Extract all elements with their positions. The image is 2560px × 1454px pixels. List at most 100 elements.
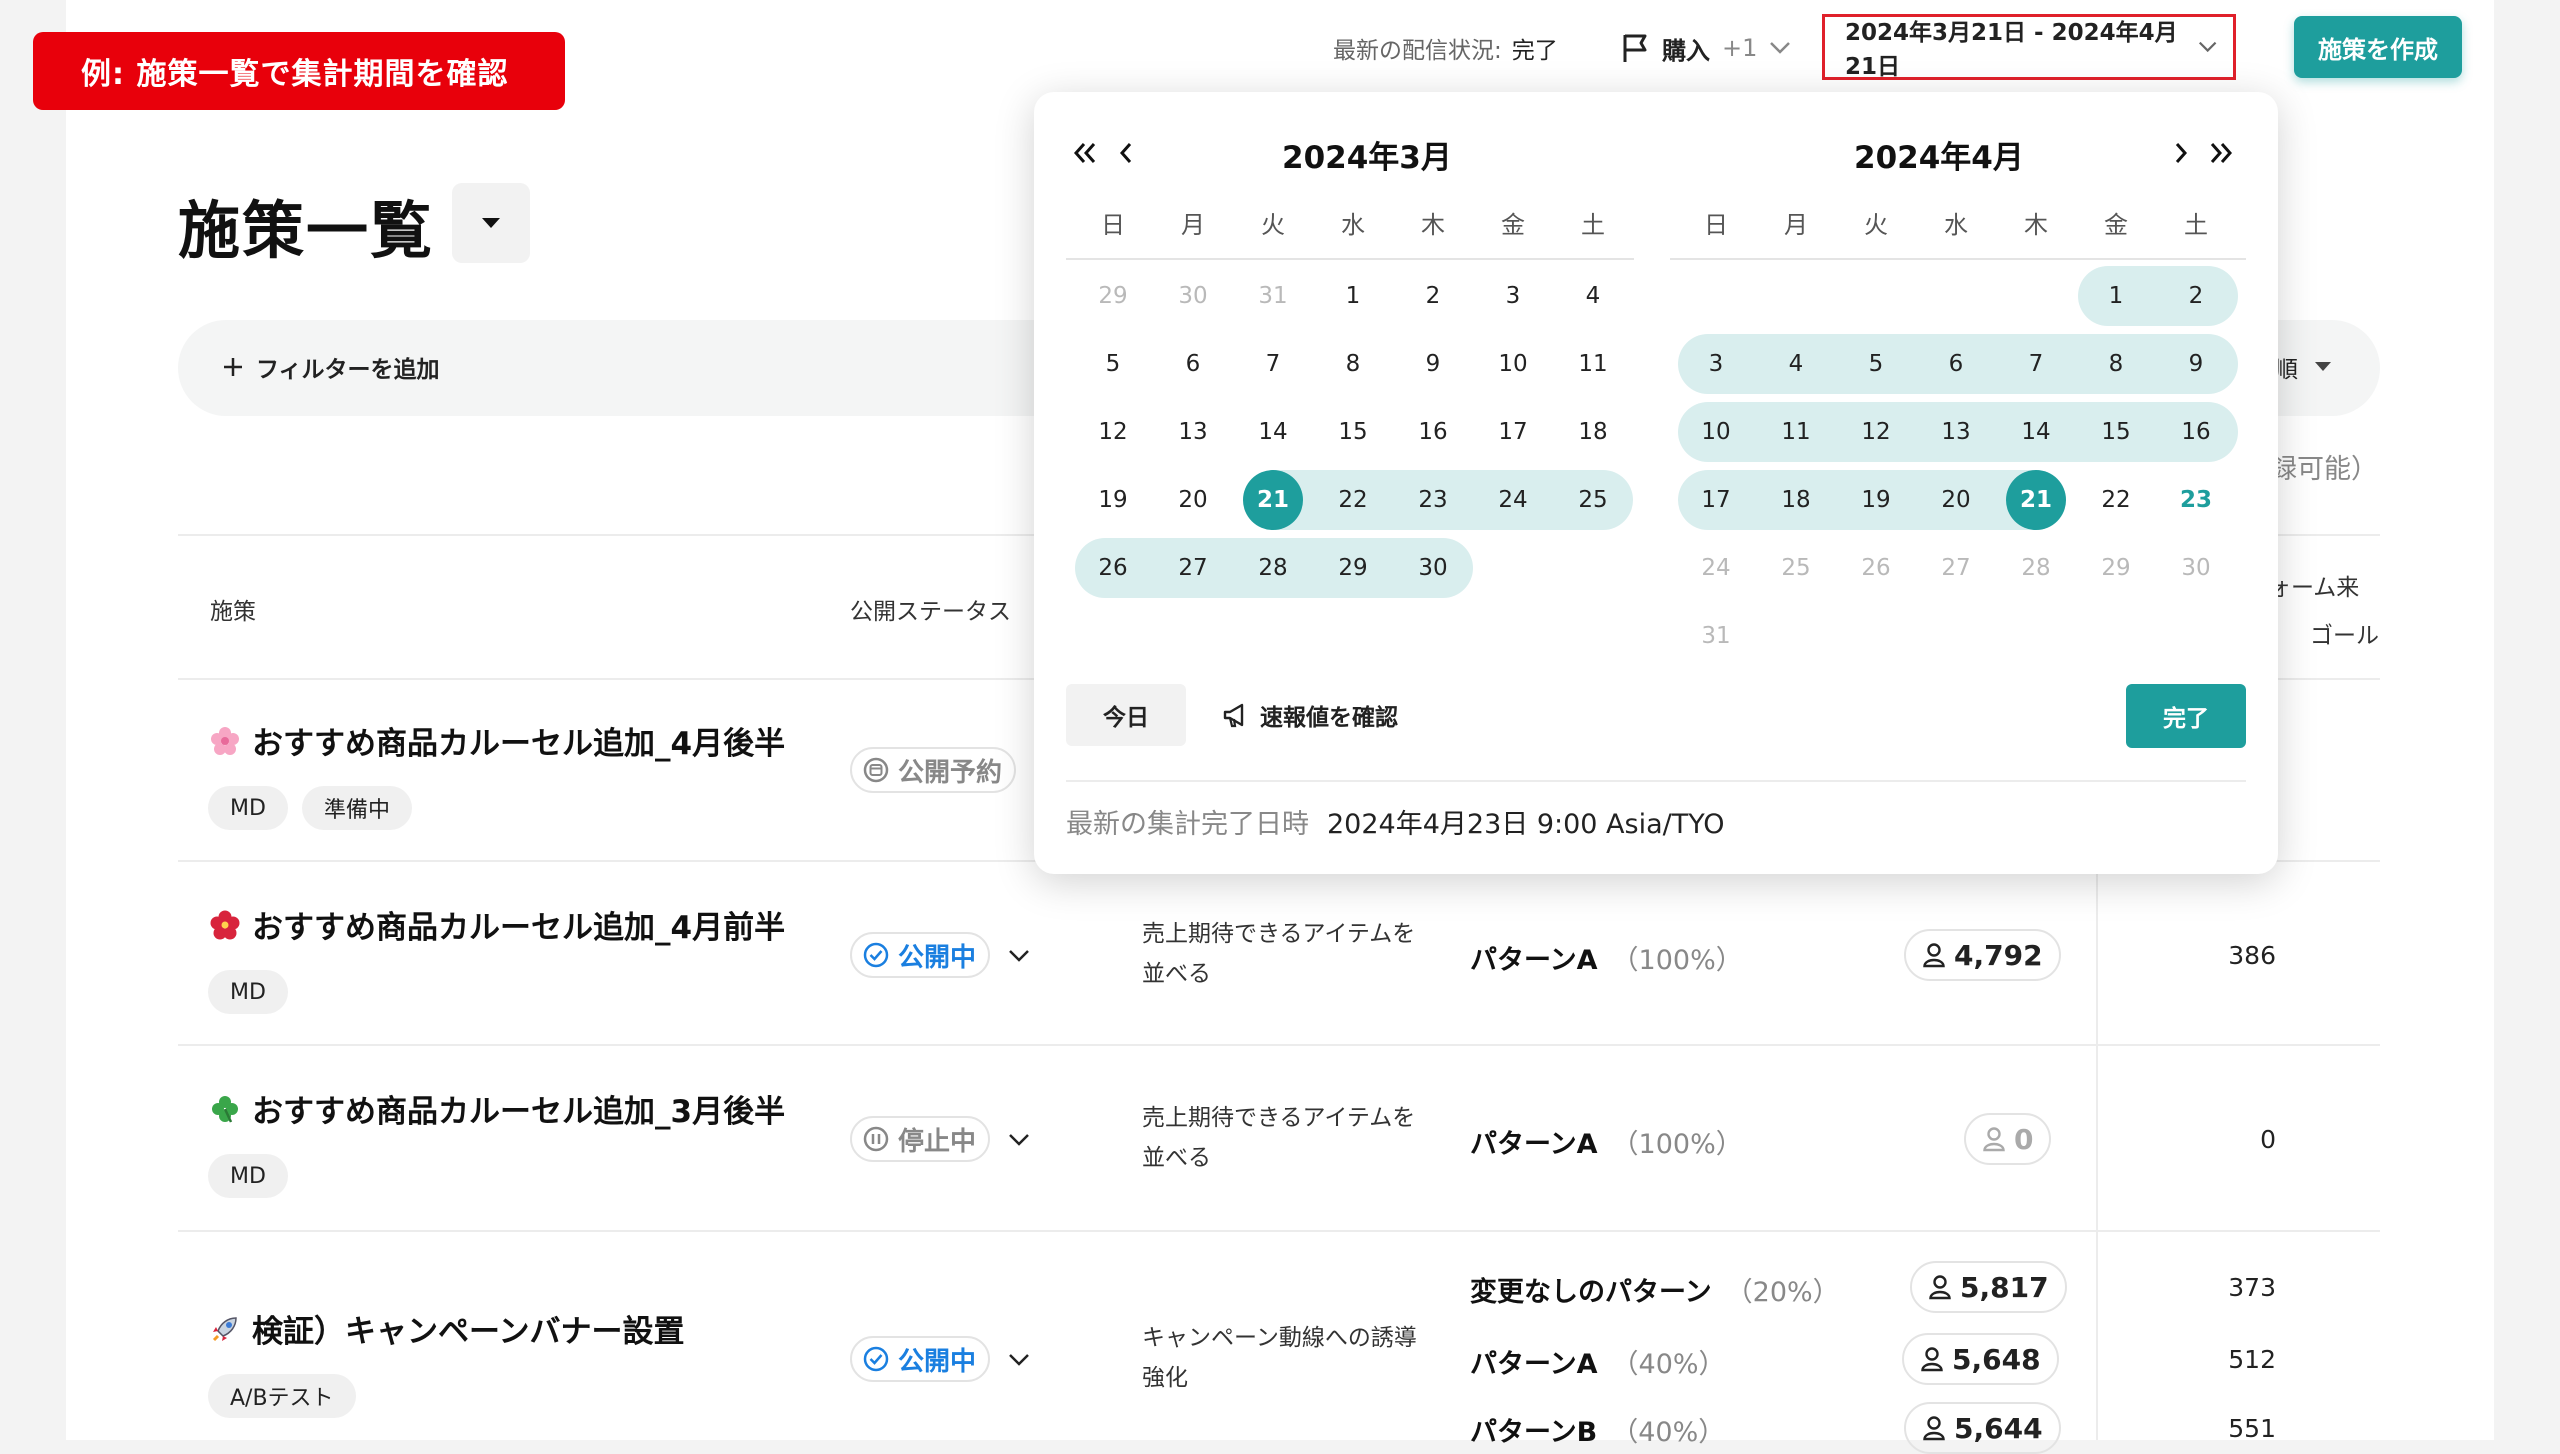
calendar-day[interactable]: 19 — [1083, 470, 1143, 530]
calendar-day[interactable]: 2 — [2166, 266, 2226, 326]
calendar-day[interactable]: 5 — [1083, 334, 1143, 394]
prev-year-icon[interactable] — [1070, 138, 1100, 168]
calendar-day[interactable]: 30 — [1163, 266, 1223, 326]
calendar-divider — [1670, 258, 2246, 260]
calendar-day[interactable]: 9 — [1403, 334, 1463, 394]
pattern-name: パターンA — [1470, 1122, 1598, 1161]
calendar-day[interactable]: 31 — [1243, 266, 1303, 326]
status-badge[interactable]: 公開中 — [850, 932, 990, 978]
calendar-day[interactable]: 12 — [1846, 402, 1906, 462]
calendar-day-range-end[interactable]: 21 — [2006, 470, 2066, 530]
calendar-day[interactable]: 3 — [1686, 334, 1746, 394]
calendar-day[interactable]: 8 — [1323, 334, 1383, 394]
calendar-day[interactable]: 2 — [1403, 266, 1463, 326]
sort-selector[interactable]: 順 — [2275, 350, 2332, 384]
calendar-day[interactable]: 11 — [1766, 402, 1826, 462]
four-leaf-clover-icon — [208, 1092, 242, 1126]
user-icon — [1920, 1346, 1944, 1372]
calendar-day[interactable]: 1 — [1323, 266, 1383, 326]
calendar-day[interactable]: 7 — [1243, 334, 1303, 394]
calendar-day[interactable]: 4 — [1563, 266, 1623, 326]
campaign-title-link[interactable]: 検証）キャンペーンバナー設置 — [208, 1306, 684, 1351]
weekday-label: 月 — [1163, 205, 1223, 240]
calendar-day[interactable]: 12 — [1083, 402, 1143, 462]
calendar-day[interactable]: 5 — [1846, 334, 1906, 394]
calendar-day[interactable]: 14 — [2006, 402, 2066, 462]
last-aggregation-label: 最新の集計完了日時 — [1066, 802, 1309, 841]
calendar-day[interactable]: 10 — [1686, 402, 1746, 462]
calendar-day[interactable]: 29 — [1083, 266, 1143, 326]
calendar-day[interactable]: 20 — [1926, 470, 1986, 530]
calendar-day[interactable]: 23 — [1403, 470, 1463, 530]
calendar-day[interactable]: 13 — [1163, 402, 1223, 462]
today-button[interactable]: 今日 — [1066, 684, 1186, 746]
calendar-day[interactable]: 7 — [2006, 334, 2066, 394]
pattern-name: 変更なしのパターン — [1470, 1270, 1712, 1309]
campaign-title-link[interactable]: おすすめ商品カルーセル追加_4月前半 — [208, 902, 785, 947]
calendar-day[interactable]: 17 — [1686, 470, 1746, 530]
calendar-day[interactable]: 6 — [1163, 334, 1223, 394]
calendar-day-today[interactable]: 23 — [2166, 470, 2226, 530]
calendar-day[interactable]: 26 — [1083, 538, 1143, 598]
prev-month-icon[interactable] — [1111, 138, 1141, 168]
calendar-day[interactable]: 11 — [1563, 334, 1623, 394]
calendar-day[interactable]: 6 — [1926, 334, 1986, 394]
next-year-icon[interactable] — [2206, 138, 2236, 168]
chevron-down-icon[interactable] — [1008, 1353, 1030, 1367]
calendar-day[interactable]: 15 — [2086, 402, 2146, 462]
calendar-day[interactable]: 25 — [1563, 470, 1623, 530]
pattern-name: パターンA — [1470, 1342, 1598, 1381]
calendar-day[interactable]: 27 — [1163, 538, 1223, 598]
calendar-day[interactable]: 22 — [2086, 470, 2146, 530]
delivery-status-label: 最新の配信状況: — [1333, 31, 1502, 65]
last-aggregation-info: 最新の集計完了日時 2024年4月23日 9:00 Asia/TYO — [1066, 802, 1725, 841]
weekday-label: 木 — [1403, 205, 1463, 240]
title-dropdown-button[interactable] — [452, 183, 530, 263]
calendar-day[interactable]: 17 — [1483, 402, 1543, 462]
date-range-button[interactable]: 2024年3月21日 - 2024年4月21日 — [1822, 14, 2236, 80]
status-badge[interactable]: 公開中 — [850, 1336, 990, 1382]
next-month-icon[interactable] — [2166, 138, 2196, 168]
create-campaign-button[interactable]: 施策を作成 — [2294, 16, 2462, 78]
calendar-day[interactable]: 18 — [1766, 470, 1826, 530]
calendar-day[interactable]: 19 — [1846, 470, 1906, 530]
campaign-title-link[interactable]: おすすめ商品カルーセル追加_4月後半 — [208, 718, 785, 763]
weekday-label: 日 — [1083, 205, 1143, 240]
done-button[interactable]: 完了 — [2126, 684, 2246, 748]
campaign-goal-text: 売上期待できるアイテムを並べる — [1142, 1098, 1422, 1178]
status-badge[interactable]: 停止中 — [850, 1116, 990, 1162]
calendar-day-range-start[interactable]: 21 — [1243, 470, 1303, 530]
goal-selector[interactable]: 購入 +1 — [1620, 28, 1791, 68]
calendar-day[interactable]: 24 — [1483, 470, 1543, 530]
calendar-day[interactable]: 22 — [1323, 470, 1383, 530]
calendar-day[interactable]: 15 — [1323, 402, 1383, 462]
calendar-day[interactable]: 29 — [1323, 538, 1383, 598]
calendar-day[interactable]: 28 — [1243, 538, 1303, 598]
status-label: 公開予約 — [898, 752, 1002, 789]
calendar-day[interactable]: 4 — [1766, 334, 1826, 394]
calendar-day[interactable]: 18 — [1563, 402, 1623, 462]
calendar-day: 24 — [1686, 538, 1746, 598]
calendar-day[interactable]: 14 — [1243, 402, 1303, 462]
chevron-down-icon[interactable] — [1008, 949, 1030, 963]
calendar-day[interactable]: 13 — [1926, 402, 1986, 462]
status-label: 公開中 — [898, 1341, 976, 1378]
preliminary-values-button[interactable]: 速報値を確認 — [1222, 698, 1398, 732]
calendar-day[interactable]: 9 — [2166, 334, 2226, 394]
chevron-down-icon[interactable] — [1008, 1133, 1030, 1147]
weekday-label: 火 — [1846, 205, 1906, 240]
calendar-day[interactable]: 8 — [2086, 334, 2146, 394]
calendar-day[interactable]: 30 — [1403, 538, 1463, 598]
status-badge[interactable]: 公開予約 — [850, 747, 1016, 793]
pattern-name: パターンB — [1470, 1410, 1597, 1449]
pause-circle-icon — [862, 1125, 890, 1153]
calendar-day[interactable]: 20 — [1163, 470, 1223, 530]
calendar-day[interactable]: 10 — [1483, 334, 1543, 394]
add-filter-button[interactable]: フィルターを追加 — [222, 350, 440, 384]
campaign-title-link[interactable]: おすすめ商品カルーセル追加_3月後半 — [208, 1086, 785, 1131]
campaign-title: おすすめ商品カルーセル追加_4月前半 — [252, 902, 785, 947]
calendar-day[interactable]: 1 — [2086, 266, 2146, 326]
calendar-day[interactable]: 3 — [1483, 266, 1543, 326]
calendar-day[interactable]: 16 — [2166, 402, 2226, 462]
calendar-day[interactable]: 16 — [1403, 402, 1463, 462]
